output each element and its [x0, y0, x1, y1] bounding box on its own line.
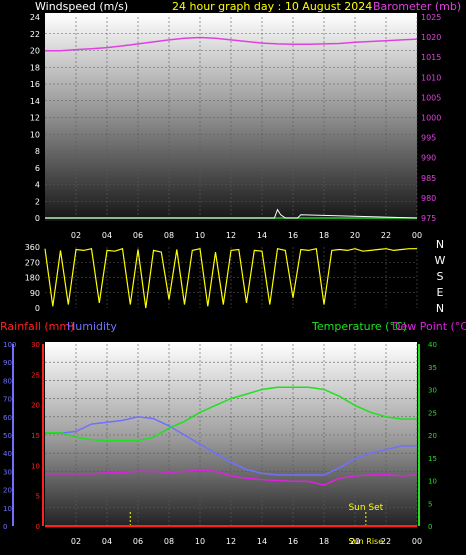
barometer-tick-label: 1010	[421, 73, 441, 82]
barometer-axis: 975 980 985 990 995 1000 1005 1010 1015 1020 1025	[421, 13, 441, 223]
barometer-tick-label: 975	[421, 214, 436, 223]
direction-tick-label: 90	[30, 289, 40, 298]
barometer-tick-label: 980	[421, 194, 436, 203]
compass-label: N	[436, 302, 444, 315]
direction-tick-label: 180	[25, 274, 40, 283]
direction-tick-label: 360	[25, 243, 40, 252]
chart-title: 24 hour graph day : 10 August 2024	[172, 0, 372, 13]
rainfall-tick-label: 20	[31, 402, 40, 410]
windspeed-axis-title: Windspeed (m/s)	[35, 0, 128, 13]
dewpoint-axis-title: Dew Point (°C)	[392, 320, 466, 333]
barometer-tick-label: 990	[421, 154, 436, 163]
barometer-tick-label: 995	[421, 134, 436, 143]
temperature-tick-label: 40	[428, 341, 437, 349]
x-tick-label: 12	[226, 537, 236, 546]
x-tick-label: 04	[102, 537, 112, 546]
humidity-tick-label: 10	[3, 505, 12, 513]
direction-tick-label: 0	[35, 304, 40, 313]
x-tick-label: 06	[133, 537, 143, 546]
x-tick-label: 00	[412, 537, 422, 546]
barometer-tick-label: 985	[421, 174, 436, 183]
x-tick-label: 04	[102, 231, 112, 240]
windspeed-tick-label: 0	[35, 214, 40, 223]
x-tick-label: 14	[257, 231, 267, 240]
x-tick-label: 02	[71, 231, 81, 240]
humidity-tick-label: 20	[3, 487, 12, 495]
rainfall-tick-label: 10	[31, 462, 40, 470]
barometer-tick-label: 1025	[421, 13, 441, 22]
temperature-tick-label: 20	[428, 432, 437, 440]
windspeed-tick-label: 20	[30, 47, 40, 56]
x-tick-label: 16	[288, 231, 298, 240]
humidity-tick-label: 100	[3, 341, 16, 349]
windspeed-tick-label: 2	[35, 197, 40, 206]
windspeed-tick-label: 22	[30, 30, 40, 39]
compass-label: W	[435, 254, 446, 267]
x-tick-label: 08	[164, 231, 174, 240]
rainfall-tick-label: 0	[36, 523, 40, 531]
x-tick-label: 18	[319, 231, 329, 240]
x-tick-label: 14	[257, 537, 267, 546]
humidity-tick-label: 40	[3, 450, 12, 458]
x-tick-label: 22	[381, 537, 391, 546]
x-tick-label: 02	[71, 537, 81, 546]
windspeed-tick-label: 4	[35, 181, 40, 190]
humidity-tick-label: 60	[3, 414, 12, 422]
windspeed-tick-label: 16	[30, 80, 40, 89]
rainfall-tick-label: 15	[31, 432, 40, 440]
windspeed-tick-label: 12	[30, 114, 40, 123]
temperature-tick-label: 10	[428, 478, 437, 486]
windspeed-tick-label: 10	[30, 130, 40, 139]
temperature-tick-label: 25	[428, 409, 437, 417]
barometer-tick-label: 1020	[421, 33, 441, 42]
x-tick-label: 22	[381, 231, 391, 240]
temperature-tick-label: 15	[428, 455, 437, 463]
barometer-tick-label: 1005	[421, 93, 441, 102]
humidity-tick-label: 50	[3, 432, 12, 440]
humidity-tick-label: 80	[3, 377, 12, 385]
humidity-axis-title: Humidity	[67, 320, 117, 333]
x-tick-label: 20	[350, 537, 360, 546]
temperature-tick-label: 35	[428, 364, 437, 372]
x-tick-label: 10	[195, 537, 205, 546]
compass-label: E	[437, 286, 444, 299]
humidity-tick-label: 70	[3, 396, 12, 404]
x-tick-label: 16	[288, 537, 298, 546]
direction-axis: 0 90 180 270 360	[25, 243, 40, 313]
temperature-tick-label: 30	[428, 387, 437, 395]
humidity-tick-label: 0	[3, 523, 7, 531]
rainfall-tick-label: 30	[31, 341, 40, 349]
windspeed-tick-label: 8	[35, 147, 40, 156]
windspeed-tick-label: 14	[30, 97, 40, 106]
windspeed-axis: 024681012141618202224	[30, 13, 40, 223]
rainfall-axis-title: Rainfall (mm)	[0, 320, 74, 333]
compass-label: N	[436, 238, 444, 251]
barometer-tick-label: 1000	[421, 114, 441, 123]
x-tick-label: 10	[195, 231, 205, 240]
weather-graphs: Windspeed (m/s) 24 hour graph day : 10 A…	[0, 0, 466, 546]
barometer-axis-title: Barometer (mb)	[373, 0, 461, 13]
rainfall-tick-label: 5	[36, 493, 40, 501]
windspeed-tick-label: 18	[30, 63, 40, 72]
x-tick-label: 20	[350, 231, 360, 240]
compass-label: S	[437, 270, 444, 283]
temperature-tick-label: 5	[428, 500, 432, 508]
x-tick-label: 06	[133, 231, 143, 240]
direction-tick-label: 270	[25, 258, 40, 267]
temperature-tick-label: 0	[428, 523, 432, 531]
sunset-label: Sun Set	[348, 503, 383, 513]
windspeed-tick-label: 24	[30, 13, 40, 22]
x-tick-label: 08	[164, 537, 174, 546]
humidity-tick-label: 90	[3, 359, 12, 367]
barometer-tick-label: 1015	[421, 53, 441, 62]
windspeed-tick-label: 6	[35, 164, 40, 173]
x-tick-label: 00	[412, 231, 422, 240]
top-panel-x-axis: 02 04 06 08 10 12 14 16 18 20 22 00	[71, 231, 422, 240]
humidity-tick-label: 30	[3, 468, 12, 476]
x-tick-label: 12	[226, 231, 236, 240]
compass-labels: NWSEN	[435, 238, 446, 315]
x-tick-label: 18	[319, 537, 329, 546]
rainfall-tick-label: 25	[31, 371, 40, 379]
